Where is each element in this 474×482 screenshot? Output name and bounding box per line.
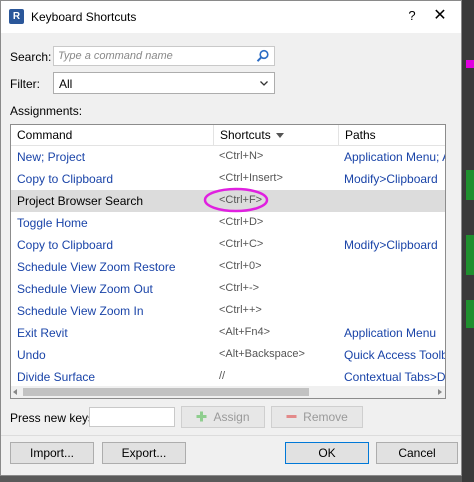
column-header-paths[interactable]: Paths <box>339 125 445 145</box>
chevron-down-icon <box>260 81 268 86</box>
filter-selected-value: All <box>59 77 73 91</box>
column-header-command[interactable]: Command <box>11 125 214 145</box>
close-button[interactable]: ✕ <box>429 5 451 27</box>
command-cell: Copy to Clipboard <box>17 238 114 252</box>
command-cell: Divide Surface <box>17 370 96 384</box>
sort-descending-icon <box>275 133 284 139</box>
assign-label: Assign <box>213 410 250 424</box>
path-cell: Contextual Tabs>Divid <box>344 370 445 384</box>
assignments-table[interactable]: Command Shortcuts Paths New; Project <Ct… <box>10 124 446 399</box>
assign-button[interactable]: Assign <box>181 406 265 428</box>
column-header-label: Shortcuts <box>220 128 271 142</box>
remove-label: Remove <box>303 410 348 424</box>
path-cell <box>344 256 445 278</box>
path-cell <box>344 190 445 212</box>
shortcut-cell: <Ctrl+-> <box>219 282 260 294</box>
search-input[interactable] <box>54 47 248 65</box>
search-label: Search: <box>10 50 52 64</box>
minus-icon <box>286 415 297 419</box>
shortcut-cell: <Alt+Fn4> <box>219 326 271 338</box>
horizontal-scrollbar[interactable] <box>11 386 445 398</box>
table-row-selected[interactable]: Project Browser Search <Ctrl+F> <box>11 190 445 212</box>
table-row[interactable]: Undo <Alt+Backspace> Quick Access Toolba… <box>11 344 445 366</box>
path-cell <box>344 278 445 300</box>
column-header-label: Command <box>17 128 73 142</box>
press-new-keys-label: Press new keys: <box>10 411 98 425</box>
column-header-label: Paths <box>345 128 376 142</box>
shortcut-cell: <Ctrl+Insert> <box>219 172 283 184</box>
background-accent-mark <box>466 170 474 200</box>
background-accent-mark <box>466 60 474 68</box>
shortcut-cell: <Ctrl++> <box>219 304 262 316</box>
table-row[interactable]: Exit Revit <Alt+Fn4> Application Menu <box>11 322 445 344</box>
shortcut-cell: // <box>219 370 226 382</box>
shortcut-cell: <Ctrl+C> <box>219 238 264 250</box>
plus-icon <box>196 411 207 422</box>
command-cell: Copy to Clipboard <box>17 172 114 186</box>
scroll-right-icon[interactable] <box>438 389 442 395</box>
window-title: Keyboard Shortcuts <box>31 10 137 24</box>
command-cell: Undo <box>17 348 46 362</box>
table-row[interactable]: Copy to Clipboard <Ctrl+C> Modify>Clipbo… <box>11 234 445 256</box>
table-row[interactable]: New; Project <Ctrl+N> Application Menu; … <box>11 146 445 168</box>
command-cell: Schedule View Zoom Restore <box>17 260 176 274</box>
cancel-button[interactable]: Cancel <box>376 442 458 464</box>
shortcut-cell: <Alt+Backspace> <box>219 348 305 360</box>
shortcut-cell: <Ctrl+N> <box>219 150 264 162</box>
ok-button[interactable]: OK <box>285 442 369 464</box>
command-cell: Project Browser Search <box>17 194 144 208</box>
background-accent-mark <box>466 235 474 275</box>
title-bar: R Keyboard Shortcuts ? ✕ <box>1 1 461 33</box>
command-cell: Schedule View Zoom In <box>17 304 144 318</box>
search-field[interactable] <box>53 46 275 66</box>
table-row[interactable]: Copy to Clipboard <Ctrl+Insert> Modify>C… <box>11 168 445 190</box>
shortcut-cell: <Ctrl+F> <box>219 194 263 206</box>
remove-button[interactable]: Remove <box>271 406 363 428</box>
path-cell: Application Menu; App <box>344 150 445 164</box>
revit-app-icon: R <box>9 9 24 24</box>
press-new-keys-input[interactable] <box>89 407 175 427</box>
filter-dropdown[interactable]: All <box>53 72 275 94</box>
search-icon[interactable] <box>256 49 270 63</box>
command-cell: Exit Revit <box>17 326 68 340</box>
table-row[interactable]: Toggle Home <Ctrl+D> <box>11 212 445 234</box>
export-button[interactable]: Export... <box>102 442 186 464</box>
command-cell: New; Project <box>17 150 86 164</box>
path-cell: Quick Access Toolbar <box>344 348 445 362</box>
keyboard-shortcuts-dialog: R Keyboard Shortcuts ? ✕ Search: Filter:… <box>0 0 462 476</box>
divider <box>1 435 461 436</box>
scroll-left-icon[interactable] <box>13 389 17 395</box>
path-cell <box>344 212 445 234</box>
table-header: Command Shortcuts Paths <box>11 125 445 146</box>
column-header-shortcuts[interactable]: Shortcuts <box>214 125 339 145</box>
table-row[interactable]: Divide Surface // Contextual Tabs>Divid <box>11 366 445 388</box>
command-cell: Schedule View Zoom Out <box>17 282 153 296</box>
assignments-label: Assignments: <box>10 104 83 118</box>
import-button[interactable]: Import... <box>10 442 94 464</box>
path-cell: Application Menu <box>344 326 437 340</box>
filter-label: Filter: <box>10 77 40 91</box>
table-row[interactable]: Schedule View Zoom Out <Ctrl+-> <box>11 278 445 300</box>
scrollbar-thumb[interactable] <box>23 388 309 396</box>
table-row[interactable]: Schedule View Zoom In <Ctrl++> <box>11 300 445 322</box>
help-button[interactable]: ? <box>401 5 423 27</box>
shortcut-cell: <Ctrl+D> <box>219 216 264 228</box>
path-cell: Modify>Clipboard <box>344 238 438 252</box>
path-cell <box>344 300 445 322</box>
shortcut-cell: <Ctrl+0> <box>219 260 262 272</box>
command-cell: Toggle Home <box>17 216 88 230</box>
table-row[interactable]: Schedule View Zoom Restore <Ctrl+0> <box>11 256 445 278</box>
path-cell: Modify>Clipboard <box>344 172 438 186</box>
background-accent-mark <box>466 300 474 328</box>
